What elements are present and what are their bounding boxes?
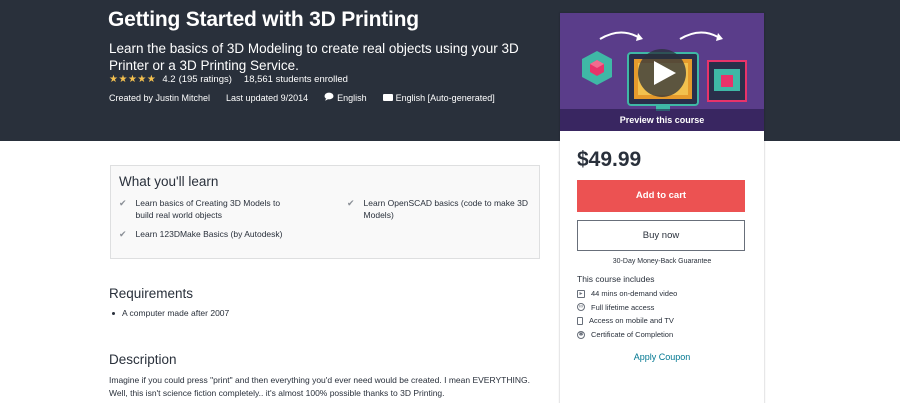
course-price: $49.99 (577, 148, 642, 171)
add-to-cart-button[interactable]: Add to cart (577, 180, 745, 212)
description-title: Description (109, 352, 177, 367)
rating-value: 4.2 (162, 74, 176, 85)
course-title: Getting Started with 3D Printing (108, 8, 419, 31)
includes-item: ∞ Full lifetime access (577, 301, 677, 315)
includes-item-label: Certificate of Completion (591, 330, 674, 340)
learn-item-text: Learn OpenSCAD basics (code to make 3D M… (363, 198, 528, 220)
video-icon: ▸ (577, 289, 585, 298)
mobile-icon (577, 316, 583, 325)
star-icon: ★ (109, 73, 118, 85)
requirements-title: Requirements (109, 286, 194, 301)
star-icon: ★ (137, 73, 147, 85)
star-rating: ★ ★ ★ ★ ★ (109, 73, 156, 85)
checkmark-icon: ✔ (119, 198, 127, 208)
includes-list: ▸ 44 mins on-demand video ∞ Full lifetim… (577, 287, 677, 341)
star-icon: ★ (146, 73, 156, 85)
speech-bubble-icon (324, 92, 334, 103)
students-enrolled: 18,561 students enrolled (243, 74, 348, 85)
includes-item: ▸ 44 mins on-demand video (577, 287, 677, 301)
rating-row: ★ ★ ★ ★ ★ 4.2 (195 ratings) 18,561 stude… (109, 74, 348, 85)
star-icon: ★ (127, 73, 137, 85)
ratings-count[interactable]: (195 ratings) (179, 74, 232, 85)
description-text: Imagine if you could press "print" and t… (109, 375, 530, 398)
last-updated: Last updated 9/2014 (226, 92, 309, 103)
learn-item: ✔ Learn OpenSCAD basics (code to make 3D… (347, 197, 532, 221)
infinity-icon: ∞ (577, 303, 585, 312)
star-icon: ★ (118, 73, 128, 85)
course-subtitle: Learn the basics of 3D Modeling to creat… (109, 41, 519, 73)
checkmark-icon: ✔ (119, 229, 127, 239)
what-you-will-learn: What you'll learn ✔ Learn basics of Crea… (110, 165, 540, 259)
money-back-guarantee: 30-Day Money-Back Guarantee (612, 258, 712, 265)
checkmark-icon: ✔ (347, 198, 355, 208)
includes-item: Access on mobile and TV (577, 314, 677, 328)
includes-item-label: Access on mobile and TV (589, 316, 674, 326)
course-preview[interactable]: Preview this course (560, 13, 764, 131)
captions-language: English [Auto-generated] (395, 92, 495, 103)
bullet (112, 311, 115, 315)
learn-item-text: Learn 123DMake Basics (by Autodesk) (135, 229, 283, 239)
course-language: English (337, 92, 367, 103)
includes-heading: This course includes (577, 274, 655, 284)
preview-label: Preview this course (619, 115, 705, 125)
course-header: Getting Started with 3D Printing Learn t… (0, 0, 900, 141)
requirement-text: A computer made after 2007 (122, 308, 230, 318)
certificate-icon: ✱ (577, 330, 585, 339)
created-by[interactable]: Created by Justin Mitchel (109, 93, 210, 103)
course-meta: Created by Justin Mitchel Last updated 9… (109, 92, 495, 103)
includes-item: ✱ Certificate of Completion (577, 328, 677, 342)
learn-title: What you'll learn (119, 174, 219, 189)
includes-item-label: Full lifetime access (591, 302, 655, 312)
learn-item: ✔ Learn basics of Creating 3D Models to … (119, 197, 299, 221)
buy-now-button[interactable]: Buy now (577, 220, 745, 251)
learn-item-text: Learn basics of Creating 3D Models to bu… (135, 198, 281, 220)
purchase-card: Preview this course $49.99 Add to cart B… (560, 13, 764, 403)
preview-illustration (560, 13, 764, 131)
includes-item-label: 44 mins on-demand video (591, 289, 678, 299)
apply-coupon-link[interactable]: Apply Coupon (560, 352, 764, 362)
requirement-item: A computer made after 2007 (112, 308, 229, 318)
closed-captions-icon (382, 94, 393, 101)
learn-item: ✔ Learn 123DMake Basics (by Autodesk) (119, 228, 319, 240)
